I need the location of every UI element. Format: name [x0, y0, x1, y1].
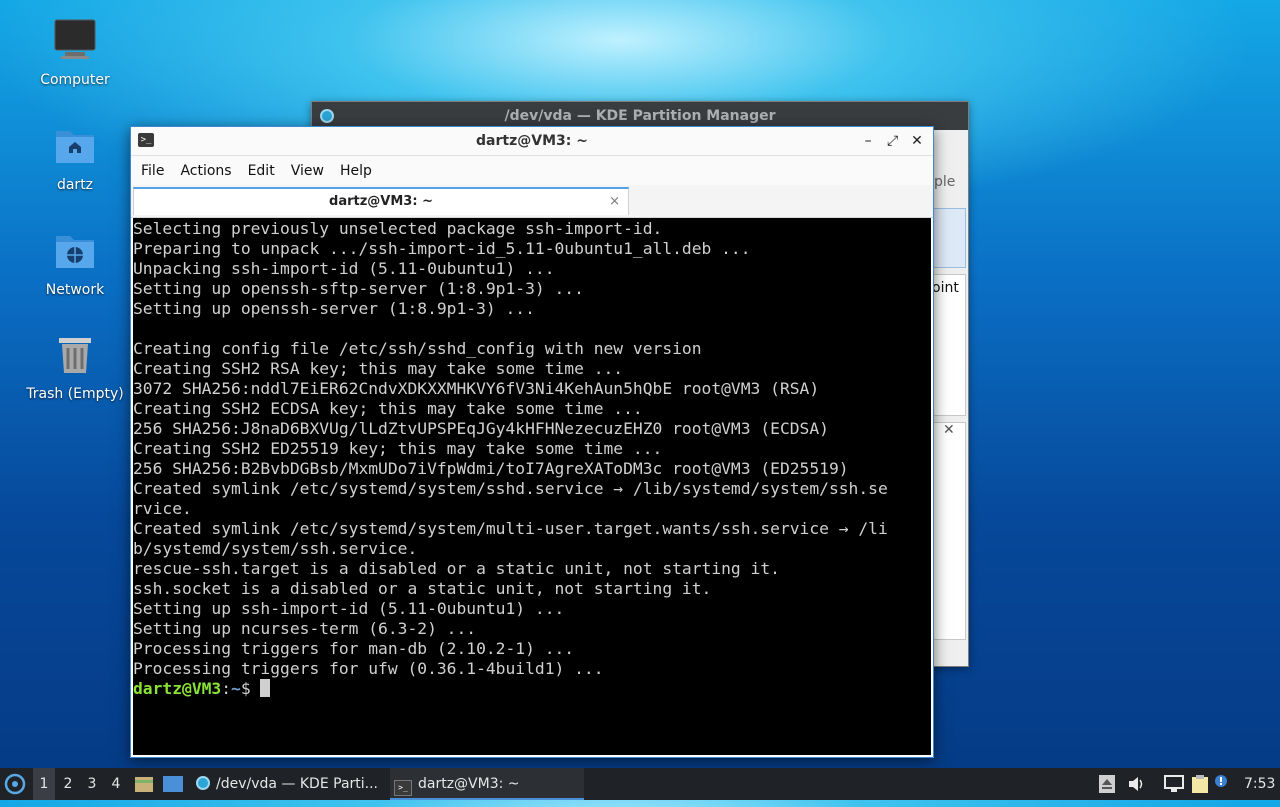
tray-updates[interactable] [1214, 768, 1228, 800]
menu-edit[interactable]: Edit [240, 163, 283, 179]
network-icon [1164, 775, 1184, 792]
clipboard-icon [1192, 775, 1208, 793]
terminal-line: Processing triggers for ufw (0.36.1-4bui… [133, 659, 604, 678]
terminal-line: Creating SSH2 ECDSA key; this may take s… [133, 399, 643, 418]
terminal-line: Setting up ncurses-term (6.3-2) ... [133, 619, 477, 638]
menu-help[interactable]: Help [332, 163, 380, 179]
desktop-icon-computer[interactable]: Computer [20, 18, 130, 88]
file-manager-launcher[interactable] [134, 768, 154, 800]
menu-view[interactable]: View [283, 163, 332, 179]
tab-label: dartz@VM3: ~ [329, 194, 433, 209]
workspace-3[interactable]: 3 [81, 768, 103, 800]
clock[interactable]: 7:53 [1244, 768, 1275, 800]
update-notification-icon [1215, 775, 1227, 787]
tab-terminal[interactable]: dartz@VM3: ~ × [133, 187, 629, 215]
taskbar: 1 2 3 4 /dev/vda — KDE Parti... >_ dartz@… [0, 768, 1280, 800]
task-label: /dev/vda — KDE Parti... [216, 776, 379, 792]
workspace-4[interactable]: 4 [105, 768, 127, 800]
minimize-button[interactable]: – [858, 127, 878, 155]
desktop-icon-label: Network [45, 282, 105, 298]
maximize-button[interactable]: ⤢ [883, 127, 903, 155]
task-label: dartz@VM3: ~ [418, 776, 520, 792]
partial-label: ple [934, 174, 956, 190]
prompt-user: dartz@VM3 [133, 679, 222, 698]
task-terminal[interactable]: >_ dartz@VM3: ~ [390, 768, 584, 800]
workspace-2[interactable]: 2 [57, 768, 79, 800]
terminal-line: ssh.socket is a disabled or a static uni… [133, 579, 712, 598]
task-partition-manager[interactable]: /dev/vda — KDE Parti... [192, 768, 392, 800]
workspace-1[interactable]: 1 [33, 768, 55, 800]
terminal-line: Preparing to unpack .../ssh-import-id_5.… [133, 239, 751, 258]
tray-eject[interactable] [1099, 768, 1115, 800]
terminal-line: Processing triggers for man-db (2.10.2-1… [133, 639, 575, 658]
tab-close-icon[interactable]: × [609, 189, 620, 215]
terminal-line: 3072 SHA256:nddl7EiER62CndvXDKXXMHKVY6fV… [133, 379, 820, 398]
terminal-line: rvice. [133, 499, 192, 518]
kde-partition-icon [196, 776, 210, 790]
desktop-icon-label: Trash (Empty) [26, 386, 124, 402]
terminal-line: Setting up openssh-sftp-server (1:8.9p1-… [133, 279, 584, 298]
window-title: dartz@VM3: ~ [476, 133, 588, 149]
menu-file[interactable]: File [133, 163, 172, 179]
prompt-separator: : [221, 679, 232, 698]
network-folder-icon [56, 236, 94, 268]
home-folder-icon [56, 131, 94, 163]
tray-network[interactable] [1164, 768, 1184, 800]
start-menu-button[interactable] [4, 768, 28, 800]
menu-actions[interactable]: Actions [172, 163, 239, 179]
menu-bar: File Actions Edit View Help [131, 156, 933, 185]
tray-volume[interactable] [1127, 768, 1145, 800]
desktop-icon-trash[interactable]: Trash (Empty) [20, 332, 130, 402]
prompt-path: ~ [231, 679, 241, 698]
desktop-icon-label: Computer [40, 72, 110, 88]
terminal-line: rescue-ssh.target is a disabled or a sta… [133, 559, 780, 578]
tab-bar: dartz@VM3: ~ × [131, 185, 933, 218]
desktop-icon [163, 776, 183, 792]
window-title: /dev/vda — KDE Partition Manager [504, 108, 776, 124]
text-cursor [260, 679, 271, 697]
terminal-line: 256 SHA256:J8naD6BXVUg/lLdZtvUPSPEqJGy4k… [133, 419, 829, 438]
computer-icon [54, 19, 96, 59]
terminal-line: Creating config file /etc/ssh/sshd_confi… [133, 339, 702, 358]
terminal-line: 256 SHA256:B2BvbDGBsb/MxmUDo7iVfpWdmi/to… [133, 459, 849, 478]
terminal-icon: >_ [394, 780, 412, 796]
terminal-output[interactable]: Selecting previously unselected package … [133, 218, 931, 755]
terminal-line: Selecting previously unselected package … [133, 219, 663, 238]
tray-clipboard[interactable] [1190, 768, 1210, 800]
prompt-symbol: $ [240, 679, 261, 698]
prompt-line: dartz@VM3:~$ [133, 679, 931, 699]
info-panel-fragment [932, 422, 966, 640]
volume-icon [1129, 777, 1143, 791]
kde-partition-icon [320, 109, 334, 123]
column-header-fragment: oint [932, 280, 959, 296]
close-panel-icon[interactable]: ✕ [943, 422, 955, 438]
show-desktop-button[interactable] [162, 768, 184, 800]
device-list-fragment[interactable] [932, 208, 966, 268]
terminal-line: Creating SSH2 RSA key; this may take som… [133, 359, 624, 378]
eject-icon [1099, 775, 1115, 793]
desktop-icon-network[interactable]: Network [20, 228, 130, 298]
trash-icon [59, 338, 91, 373]
desktop-icon-home[interactable]: dartz [20, 123, 130, 193]
terminal-titlebar[interactable]: >_ dartz@VM3: ~ – ⤢ ✕ [131, 127, 933, 156]
terminal-line: Setting up openssh-server (1:8.9p1-3) ..… [133, 299, 535, 318]
terminal-line: Creating SSH2 ED25519 key; this may take… [133, 439, 663, 458]
terminal-window[interactable]: >_ dartz@VM3: ~ – ⤢ ✕ File Actions Edit … [130, 126, 934, 758]
lubuntu-logo-icon [4, 773, 26, 795]
terminal-line: b/systemd/system/ssh.service. [133, 539, 418, 558]
close-button[interactable]: ✕ [907, 127, 927, 155]
terminal-line: Created symlink /etc/systemd/system/mult… [133, 519, 888, 538]
desktop-icon-label: dartz [56, 177, 94, 193]
terminal-line: Unpacking ssh-import-id (5.11-0ubuntu1) … [133, 259, 555, 278]
file-manager-icon [135, 777, 153, 792]
terminal-line: Setting up ssh-import-id (5.11-0ubuntu1)… [133, 599, 565, 618]
terminal-line: Created symlink /etc/systemd/system/sshd… [133, 479, 888, 498]
